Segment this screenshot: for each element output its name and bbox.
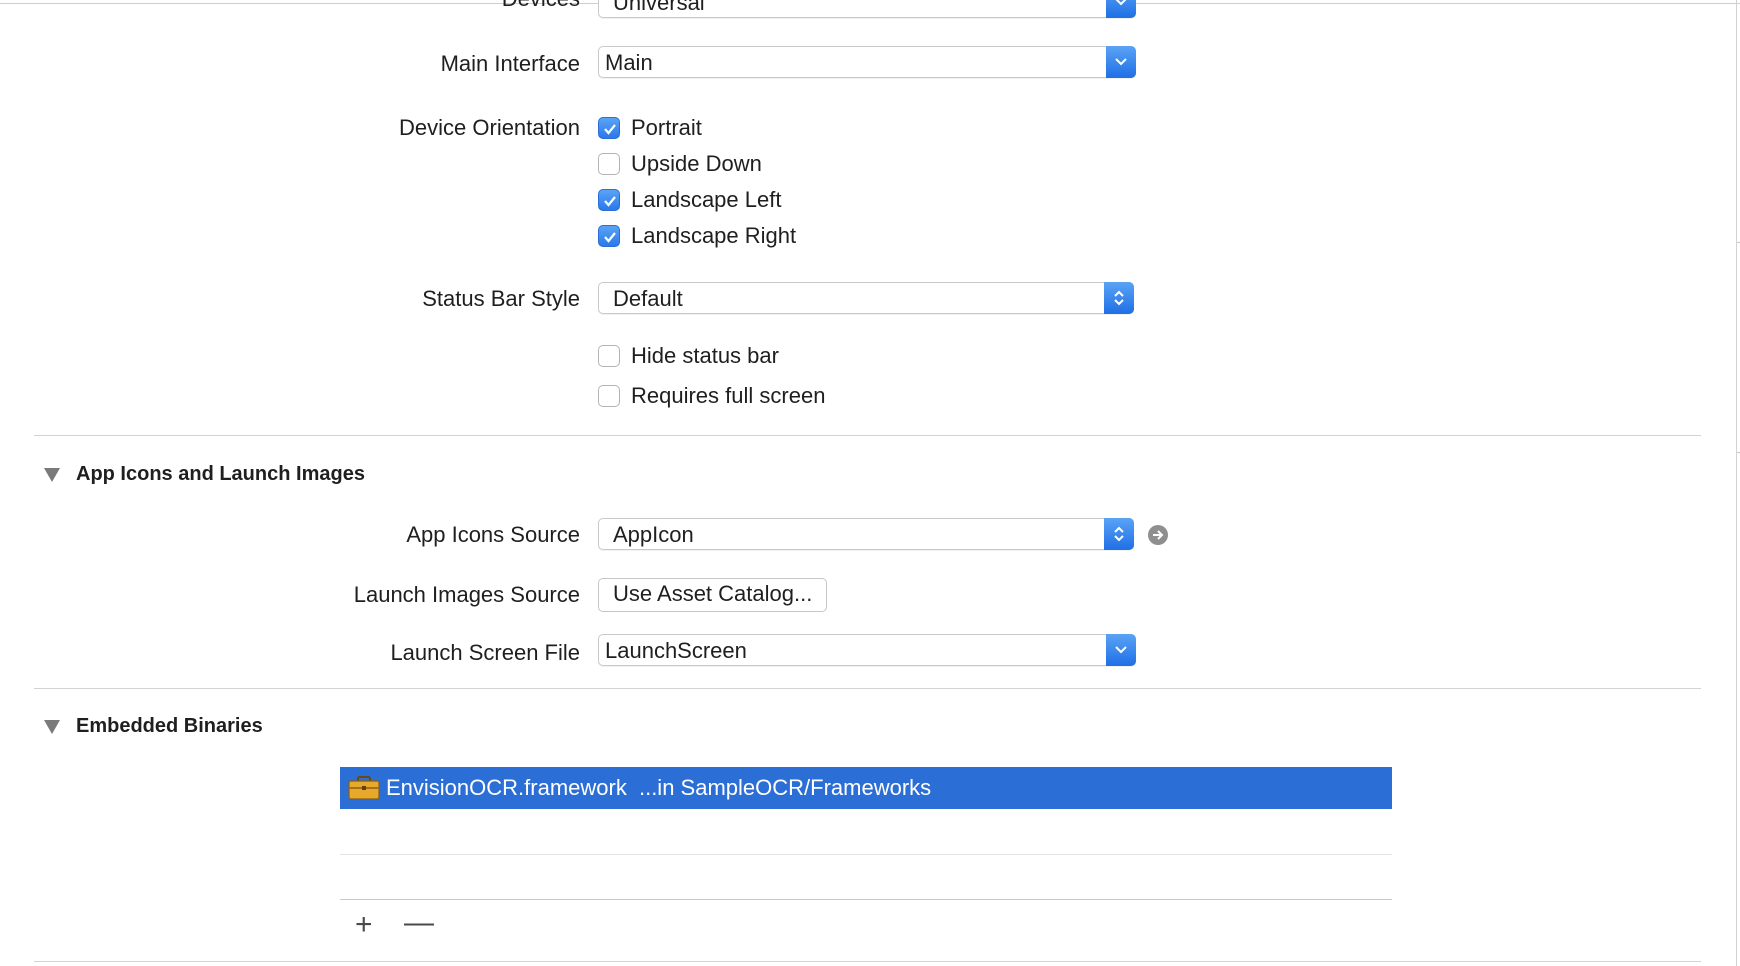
checkmark-icon [604, 232, 616, 243]
landscape-left-checkbox[interactable] [598, 189, 620, 211]
section-divider [34, 435, 1701, 436]
section-divider [34, 961, 1701, 962]
hide-status-bar-label[interactable]: Hide status bar [631, 343, 779, 369]
scroll-edge [1736, 0, 1737, 966]
chevron-down-icon [1106, 46, 1136, 78]
toolbox-icon [348, 776, 380, 800]
embedded-binaries-section-title: Embedded Binaries [76, 715, 263, 737]
disclosure-triangle-icon[interactable] [44, 720, 60, 734]
launch-screen-file-value: LaunchScreen [605, 638, 747, 663]
requires-full-screen-label[interactable]: Requires full screen [631, 383, 825, 409]
status-bar-style-popup[interactable]: Default [598, 282, 1134, 314]
portrait-checkbox[interactable] [598, 117, 620, 139]
app-icons-source-value: AppIcon [613, 522, 694, 547]
launch-screen-file-label: Launch Screen File [390, 640, 580, 665]
chevron-down-icon [1106, 634, 1136, 666]
updown-chevron-icon [1104, 518, 1134, 550]
disclosure-triangle-icon[interactable] [44, 468, 60, 482]
framework-name: EnvisionOCR.framework ...in SampleOCR/Fr… [386, 775, 932, 800]
use-asset-catalog-button[interactable]: Use Asset Catalog... [598, 578, 828, 612]
landscape-right-label[interactable]: Landscape Right [631, 223, 796, 249]
landscape-right-checkbox[interactable] [598, 225, 620, 247]
section-divider [34, 688, 1701, 689]
portrait-label[interactable]: Portrait [631, 115, 702, 141]
app-icons-source-label: App Icons Source [406, 522, 580, 547]
updown-chevron-icon [1104, 282, 1134, 314]
devices-popup[interactable]: Universal [598, 0, 1136, 18]
checkmark-icon [604, 124, 616, 135]
main-interface-value: Main [605, 50, 653, 75]
devices-label: Devices [160, 0, 580, 12]
arrow-circle-icon[interactable] [1148, 525, 1168, 545]
status-bar-style-label: Status Bar Style [422, 286, 580, 311]
main-interface-label: Main Interface [440, 51, 580, 76]
landscape-left-label[interactable]: Landscape Left [631, 187, 781, 213]
launch-images-source-label: Launch Images Source [353, 582, 580, 607]
add-button[interactable]: + [355, 910, 373, 940]
requires-full-screen-checkbox[interactable] [598, 385, 620, 407]
list-row-separator [340, 854, 1392, 855]
list-bottom-border [340, 899, 1392, 900]
device-orientation-label: Device Orientation [399, 115, 580, 140]
upside-down-checkbox[interactable] [598, 153, 620, 175]
hide-status-bar-checkbox[interactable] [598, 345, 620, 367]
chevron-down-icon [1106, 0, 1136, 18]
upside-down-label[interactable]: Upside Down [631, 151, 762, 177]
main-interface-popup[interactable]: Main [598, 46, 1136, 78]
remove-button[interactable]: — [404, 908, 434, 938]
launch-screen-file-popup[interactable]: LaunchScreen [598, 634, 1136, 666]
embedded-binary-row[interactable]: EnvisionOCR.framework ...in SampleOCR/Fr… [340, 767, 1392, 809]
app-icons-section-title: App Icons and Launch Images [76, 463, 365, 485]
devices-value: Universal [613, 0, 705, 15]
status-bar-style-value: Default [613, 286, 683, 311]
app-icons-source-popup[interactable]: AppIcon [598, 518, 1134, 550]
checkmark-icon [604, 196, 616, 207]
